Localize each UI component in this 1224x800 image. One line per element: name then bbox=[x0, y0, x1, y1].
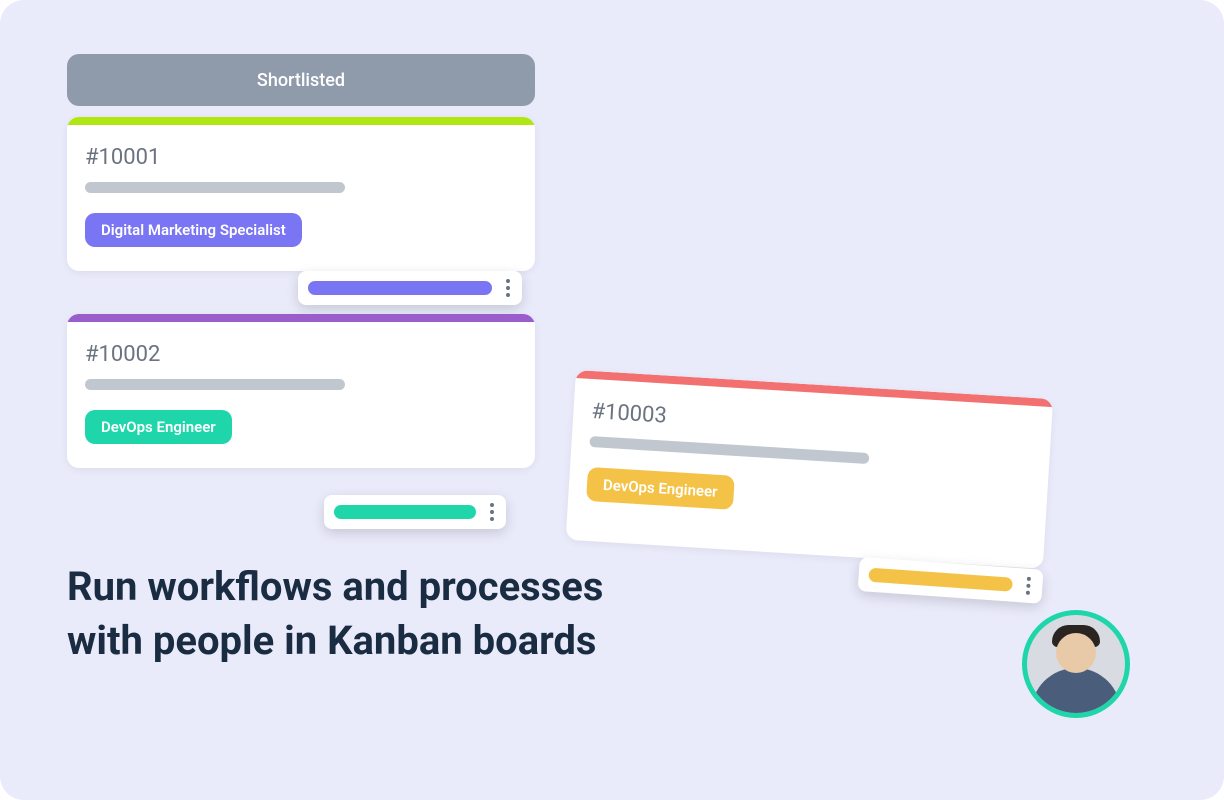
more-menu-icon[interactable] bbox=[504, 279, 512, 297]
card-stripe bbox=[67, 117, 535, 125]
card-tag[interactable]: DevOps Engineer bbox=[85, 410, 232, 444]
column-header-shortlisted: Shortlisted bbox=[67, 54, 535, 106]
status-pill bbox=[308, 281, 492, 295]
status-pill-widget[interactable] bbox=[324, 495, 506, 529]
kanban-promo-canvas: Shortlisted #10001 Digital Marketing Spe… bbox=[0, 0, 1224, 800]
status-pill bbox=[868, 568, 1013, 592]
card-placeholder-bar bbox=[85, 182, 345, 193]
card-id: #10002 bbox=[67, 322, 535, 379]
promo-headline: Run workflows and processes with people … bbox=[67, 560, 627, 668]
kanban-card[interactable]: #10002 DevOps Engineer bbox=[67, 314, 535, 468]
kanban-card-dragging[interactable]: #10003 DevOps Engineer bbox=[566, 370, 1053, 569]
kanban-card[interactable]: #10001 Digital Marketing Specialist bbox=[67, 117, 535, 271]
card-stripe bbox=[67, 314, 535, 322]
card-id: #10001 bbox=[67, 125, 535, 182]
card-tag[interactable]: Digital Marketing Specialist bbox=[85, 213, 302, 247]
status-pill bbox=[334, 505, 476, 519]
card-tag[interactable]: DevOps Engineer bbox=[586, 467, 734, 510]
card-placeholder-bar bbox=[85, 379, 345, 390]
user-avatar bbox=[1022, 610, 1130, 718]
more-menu-icon[interactable] bbox=[488, 503, 496, 521]
column-title: Shortlisted bbox=[257, 70, 345, 91]
status-pill-widget[interactable] bbox=[298, 271, 522, 305]
